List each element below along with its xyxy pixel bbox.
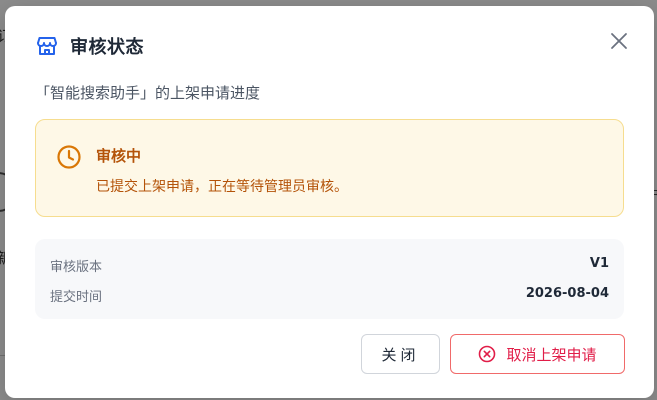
dialog-header: 审核状态	[35, 34, 144, 58]
cancel-listing-request-button[interactable]: 取消上架申请	[450, 334, 625, 374]
status-title: 审核中	[96, 147, 142, 165]
x-circle-icon	[478, 345, 506, 363]
review-info-box: 审核版本 V1 提交时间 2026-08-04	[35, 239, 624, 319]
info-label: 审核版本	[50, 260, 103, 275]
status-card: 审核中 已提交上架申请，正在等待管理员审核。	[35, 119, 624, 217]
info-row-version: 审核版本 V1	[50, 256, 609, 275]
dialog-title: 审核状态	[70, 37, 144, 58]
store-icon	[35, 34, 59, 58]
info-label: 提交时间	[50, 290, 103, 305]
info-value: 2026-08-04	[525, 286, 609, 301]
close-button[interactable]: 关闭	[361, 334, 440, 374]
info-row-submit-time: 提交时间 2026-08-04	[50, 286, 609, 305]
info-value: V1	[589, 256, 609, 271]
clock-icon	[56, 144, 82, 170]
cancel-listing-label: 取消上架申请	[506, 345, 597, 364]
close-dialog-button[interactable]	[608, 30, 630, 52]
close-icon	[608, 30, 630, 52]
dialog-subtitle: 「智能搜索助手」的上架申请进度	[35, 84, 261, 102]
review-status-dialog: 审核状态 「智能搜索助手」的上架申请进度 审核中 已提交上架申请，正在等待管理员…	[5, 6, 654, 398]
status-description: 已提交上架申请，正在等待管理员审核。	[96, 179, 348, 195]
